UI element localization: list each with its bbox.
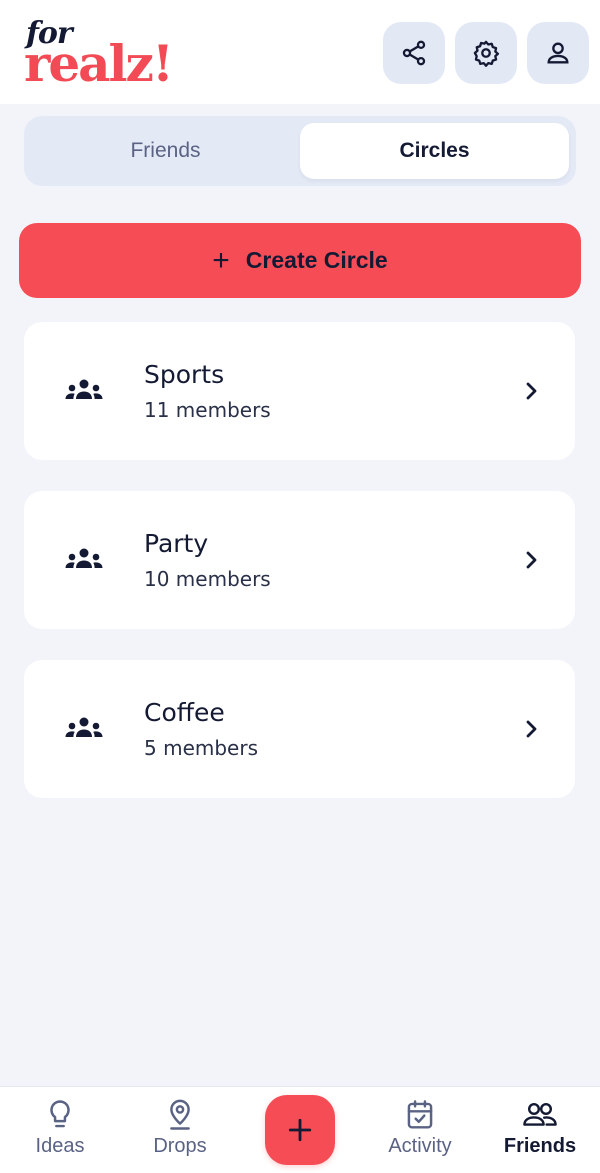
tab-circles[interactable]: Circles (300, 123, 569, 179)
create-circle-button[interactable]: + Create Circle (19, 223, 581, 298)
create-circle-label: Create Circle (245, 247, 388, 273)
friends-circles-tabs: Friends Circles (24, 116, 576, 186)
gear-icon (473, 40, 500, 67)
circle-member-count: 5 members (144, 736, 258, 760)
create-fab-button[interactable] (265, 1095, 335, 1165)
nav-drops[interactable]: Drops (120, 1087, 240, 1173)
group-icon (65, 717, 103, 737)
nav-friends-label: Friends (503, 1135, 577, 1157)
profile-icon (547, 42, 569, 64)
nav-activity[interactable]: Activity (360, 1087, 480, 1173)
nav-activity-label: Activity (388, 1135, 452, 1157)
circle-name: Coffee (144, 698, 225, 727)
tab-friends[interactable]: Friends (31, 123, 300, 179)
circle-card-sports[interactable]: Sports 11 members (24, 322, 575, 460)
circle-name: Sports (144, 360, 225, 389)
share-button[interactable] (383, 22, 445, 84)
plus-icon: + (212, 243, 230, 277)
settings-button[interactable] (455, 22, 517, 84)
location-pin-icon (170, 1099, 190, 1130)
lightbulb-icon (50, 1100, 70, 1128)
logo: for realz! (24, 14, 184, 94)
circle-member-count: 11 members (144, 398, 271, 422)
calendar-check-icon (407, 1100, 433, 1129)
circle-name: Party (144, 529, 209, 558)
nav-ideas-label: Ideas (35, 1135, 85, 1157)
nav-friends[interactable]: Friends (480, 1087, 600, 1173)
chevron-right-icon (526, 720, 537, 738)
app-header: for realz! (0, 0, 600, 104)
logo-realz-text: realz! (24, 34, 174, 93)
group-icon (65, 548, 103, 568)
circle-member-count: 10 members (144, 567, 271, 591)
nav-ideas[interactable]: Ideas (0, 1087, 120, 1173)
plus-icon (288, 1118, 312, 1142)
circle-card-party[interactable]: Party 10 members (24, 491, 575, 629)
friends-icon (523, 1103, 557, 1126)
chevron-right-icon (526, 382, 537, 400)
nav-drops-label: Drops (153, 1135, 207, 1157)
share-icon (402, 40, 426, 66)
group-icon (65, 379, 103, 399)
circle-card-coffee[interactable]: Coffee 5 members (24, 660, 575, 798)
chevron-right-icon (526, 551, 537, 569)
profile-button[interactable] (527, 22, 589, 84)
